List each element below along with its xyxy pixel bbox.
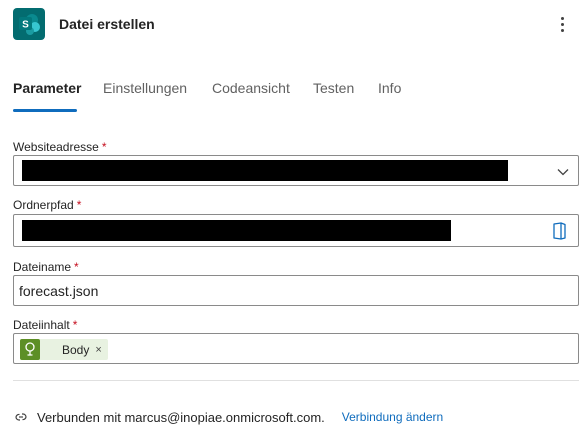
- tab-info[interactable]: Info: [378, 80, 401, 96]
- tab-einstellungen[interactable]: Einstellungen: [103, 80, 187, 96]
- folder-browse-icon[interactable]: [552, 221, 568, 241]
- dynamic-content-token[interactable]: Body ×: [20, 339, 108, 360]
- filename-value: forecast.json: [19, 283, 99, 299]
- sharepoint-icon-letter: S: [22, 20, 29, 31]
- trigger-token-icon: [20, 339, 40, 360]
- folder-path-label-text: Ordnerpfad: [13, 198, 74, 212]
- required-marker: *: [76, 198, 82, 212]
- action-title: Datei erstellen: [59, 16, 155, 32]
- redacted-value: [22, 220, 451, 241]
- site-address-label: Websiteadresse *: [13, 140, 107, 154]
- filename-input[interactable]: forecast.json: [13, 275, 579, 306]
- token-label: Body: [62, 342, 90, 357]
- folder-path-input[interactable]: [13, 214, 579, 247]
- site-address-label-text: Websiteadresse: [13, 140, 99, 154]
- filename-label: Dateiname *: [13, 260, 79, 274]
- redacted-value: [22, 160, 508, 181]
- chevron-down-icon[interactable]: [556, 165, 570, 179]
- file-content-input[interactable]: Body ×: [13, 333, 579, 364]
- sharepoint-icon: S: [13, 8, 45, 40]
- required-marker: *: [101, 140, 107, 154]
- more-vertical-icon: [561, 17, 564, 20]
- file-content-label-text: Dateiinhalt: [13, 318, 70, 332]
- more-vertical-icon-dot: [561, 23, 564, 26]
- header: S Datei erstellen: [0, 0, 588, 48]
- filename-label-text: Dateiname: [13, 260, 72, 274]
- connection-text: Verbunden mit marcus@inopiae.onmicrosoft…: [37, 409, 325, 425]
- tab-parameter[interactable]: Parameter: [13, 80, 82, 96]
- tab-testen[interactable]: Testen: [313, 80, 354, 96]
- file-content-label: Dateiinhalt *: [13, 318, 77, 332]
- folder-path-label: Ordnerpfad *: [13, 198, 81, 212]
- change-connection-link[interactable]: Verbindung ändern: [342, 410, 443, 424]
- divider: [13, 380, 579, 381]
- site-address-dropdown[interactable]: [13, 155, 579, 186]
- tab-codeansicht[interactable]: Codeansicht: [212, 80, 290, 96]
- link-icon: [15, 413, 27, 421]
- active-tab-indicator: [13, 109, 77, 112]
- more-vertical-icon-dot: [561, 29, 564, 32]
- required-marker: *: [74, 260, 79, 274]
- more-options-button[interactable]: [550, 12, 574, 36]
- required-marker: *: [72, 318, 78, 332]
- token-remove-icon[interactable]: ×: [95, 344, 101, 356]
- connection-info: Verbunden mit marcus@inopiae.onmicrosoft…: [13, 408, 443, 426]
